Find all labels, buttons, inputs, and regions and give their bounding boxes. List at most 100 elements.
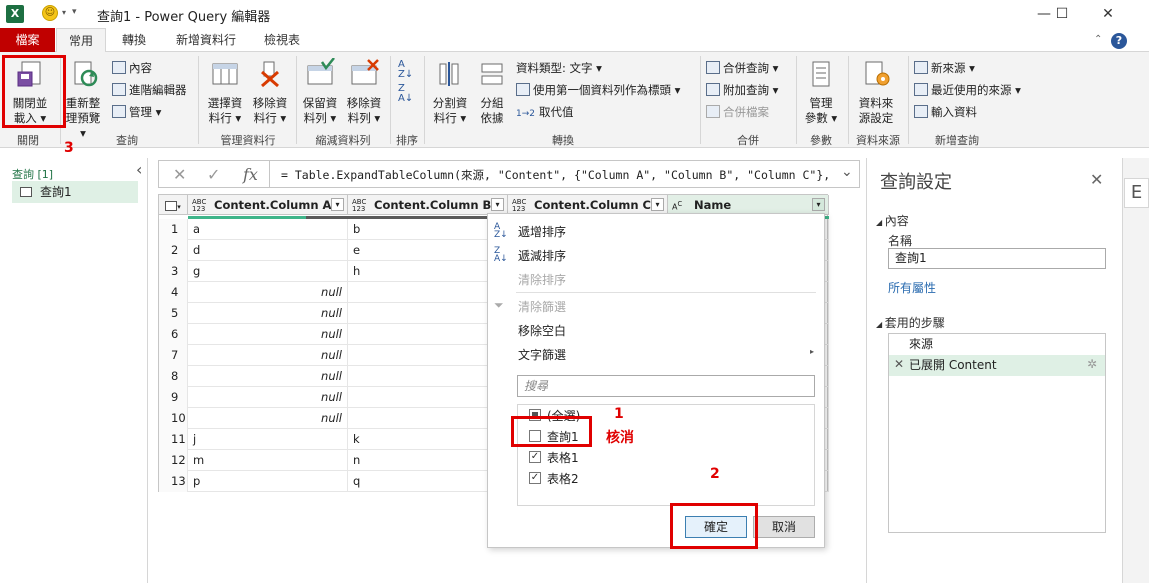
chevron-down-icon[interactable]: ▾ — [62, 8, 66, 17]
cell-column-b[interactable] — [348, 387, 508, 408]
column-header-b[interactable]: ABC 123 Content.Column B ▾ — [348, 195, 508, 215]
remove-columns-button[interactable]: 移除資 料行 ▾ — [248, 58, 292, 126]
expand-formula-icon[interactable]: ⌄ — [841, 164, 853, 180]
customize-toolbar-icon[interactable]: ▾ — [72, 7, 77, 17]
all-properties-link[interactable]: 所有屬性 — [888, 279, 936, 296]
recent-sources-button[interactable]: 最近使用的來源 ▾ — [914, 80, 1021, 100]
cell-column-b[interactable] — [348, 345, 508, 366]
append-queries-button[interactable]: 附加查詢 ▾ — [706, 80, 778, 100]
refresh-preview-button[interactable]: 重新整 理預覽 ▾ — [62, 58, 104, 141]
group-by-button[interactable]: 分組 依據 — [474, 58, 510, 126]
column-header-name[interactable]: AC Name ▾ — [668, 195, 829, 215]
choose-columns-button[interactable]: 選擇資 料行 ▾ — [202, 58, 248, 126]
table1-checkbox[interactable]: ✓ — [529, 451, 541, 463]
tab-view[interactable]: 檢視表 — [252, 28, 312, 52]
column-header-c[interactable]: ABC 123 Content.Column C ▾ — [508, 195, 668, 215]
side-panel-tab[interactable]: E — [1124, 178, 1149, 208]
data-source-settings-button[interactable]: 資料來 源設定 — [852, 58, 900, 126]
cell-column-b[interactable] — [348, 366, 508, 387]
cell-column-a[interactable]: a — [188, 219, 348, 240]
cell-column-b[interactable] — [348, 303, 508, 324]
cell-column-a[interactable]: g — [188, 261, 348, 282]
remove-rows-button[interactable]: 移除資 料列 ▾ — [342, 58, 386, 126]
cell-column-b[interactable] — [348, 408, 508, 429]
advanced-editor-button[interactable]: 進階編輯器 — [112, 80, 187, 100]
table2-checkbox[interactable]: ✓ — [529, 472, 541, 484]
step-item-source[interactable]: 來源 — [889, 334, 1105, 355]
menu-text-filters[interactable]: 文字篩選 — [518, 346, 566, 363]
row-number[interactable]: 6 — [159, 324, 188, 345]
tab-transform[interactable]: 轉換 — [110, 28, 158, 52]
filter-dropdown-icon[interactable]: ▾ — [651, 198, 664, 211]
delete-step-icon[interactable]: ✕ — [894, 357, 904, 371]
filter-search-input[interactable]: 搜尋 — [517, 375, 815, 397]
cell-column-b[interactable]: e — [348, 240, 508, 261]
cell-column-b[interactable]: k — [348, 429, 508, 450]
row-number[interactable]: 3 — [159, 261, 188, 282]
row-number[interactable]: 5 — [159, 303, 188, 324]
filter-dropdown-icon[interactable]: ▾ — [331, 198, 344, 211]
cell-column-a[interactable]: null — [188, 345, 348, 366]
row-number[interactable]: 13 — [159, 471, 188, 492]
tab-add-column[interactable]: 新增資料行 — [164, 28, 248, 52]
step-item-expanded-content[interactable]: 已展開 Content — [889, 355, 1105, 376]
row-number[interactable]: 7 — [159, 345, 188, 366]
cell-column-a[interactable]: d — [188, 240, 348, 261]
cell-column-b[interactable]: q — [348, 471, 508, 492]
step-settings-gear-icon[interactable]: ✲ — [1087, 357, 1097, 371]
cell-column-b[interactable]: h — [348, 261, 508, 282]
split-column-button[interactable]: 分割資 料行 ▾ — [428, 58, 472, 126]
maximize-button[interactable]: ☐ — [1044, 2, 1080, 26]
tab-file[interactable]: 檔案 — [0, 28, 55, 52]
merge-queries-button[interactable]: 合併查詢 ▾ — [706, 58, 778, 78]
row-number[interactable]: 2 — [159, 240, 188, 261]
row-number[interactable]: 10 — [159, 408, 188, 429]
cell-column-a[interactable]: null — [188, 324, 348, 345]
close-settings-icon[interactable]: ✕ — [1090, 170, 1103, 189]
help-icon[interactable]: ? — [1111, 33, 1127, 49]
row-number[interactable]: 4 — [159, 282, 188, 303]
cell-column-a[interactable]: j — [188, 429, 348, 450]
close-window-button[interactable]: ✕ — [1090, 2, 1126, 26]
cell-column-a[interactable]: null — [188, 282, 348, 303]
use-first-row-header-button[interactable]: 使用第一個資料列作為標頭 ▾ — [516, 80, 680, 100]
manage-button[interactable]: 管理 ▾ — [112, 102, 161, 122]
sort-descending-icon[interactable]: Z A↓ — [398, 84, 413, 104]
manage-parameters-button[interactable]: 管理 參數 ▾ — [800, 58, 842, 126]
cancel-formula-icon[interactable]: ✕ — [173, 165, 186, 184]
cell-column-a[interactable]: null — [188, 303, 348, 324]
row-number[interactable]: 8 — [159, 366, 188, 387]
keep-rows-button[interactable]: 保留資 料列 ▾ — [298, 57, 342, 126]
collapse-pane-icon[interactable]: ‹ — [136, 160, 142, 179]
cell-column-b[interactable] — [348, 282, 508, 303]
cell-column-b[interactable]: b — [348, 219, 508, 240]
query-name-input[interactable]: 查詢1 — [888, 248, 1106, 269]
row-number[interactable]: 11 — [159, 429, 188, 450]
filter-dropdown-icon[interactable]: ▾ — [491, 198, 504, 211]
cancel-button[interactable]: 取消 — [753, 516, 815, 538]
smiley-feedback-icon[interactable]: ☺ — [42, 5, 58, 21]
column-header-a[interactable]: ABC 123 Content.Column A ▾ — [188, 195, 348, 215]
tab-home[interactable]: 常用 — [56, 28, 107, 53]
cell-column-a[interactable]: null — [188, 366, 348, 387]
cell-column-a[interactable]: p — [188, 471, 348, 492]
table-menu-icon[interactable]: ▾ — [159, 195, 188, 215]
collapse-ribbon-icon[interactable]: ⌃ — [1094, 34, 1102, 45]
fx-icon[interactable]: fx — [243, 165, 258, 184]
menu-sort-ascending[interactable]: 遞增排序 — [518, 223, 566, 240]
data-type-dropdown[interactable]: 資料類型: 文字 ▾ — [516, 58, 602, 78]
applied-steps-header[interactable]: ◢ 套用的步驟 — [876, 314, 945, 331]
replace-values-button[interactable]: 1→2 取代值 — [516, 102, 574, 122]
row-number[interactable]: 1 — [159, 219, 188, 240]
properties-button[interactable]: 內容 — [112, 58, 152, 78]
filter-dropdown-active-icon[interactable]: ▾ — [812, 198, 825, 211]
cell-column-a[interactable]: null — [188, 387, 348, 408]
menu-remove-empty[interactable]: 移除空白 — [518, 322, 566, 339]
row-number[interactable]: 12 — [159, 450, 188, 471]
confirm-formula-icon[interactable]: ✓ — [207, 165, 220, 184]
formula-input[interactable]: = Table.ExpandTableColumn(來源, "Content",… — [281, 167, 830, 183]
cell-column-b[interactable]: n — [348, 450, 508, 471]
menu-sort-descending[interactable]: 遞減排序 — [518, 247, 566, 264]
cell-column-a[interactable]: null — [188, 408, 348, 429]
properties-section-header[interactable]: ◢ 內容 — [876, 212, 909, 229]
